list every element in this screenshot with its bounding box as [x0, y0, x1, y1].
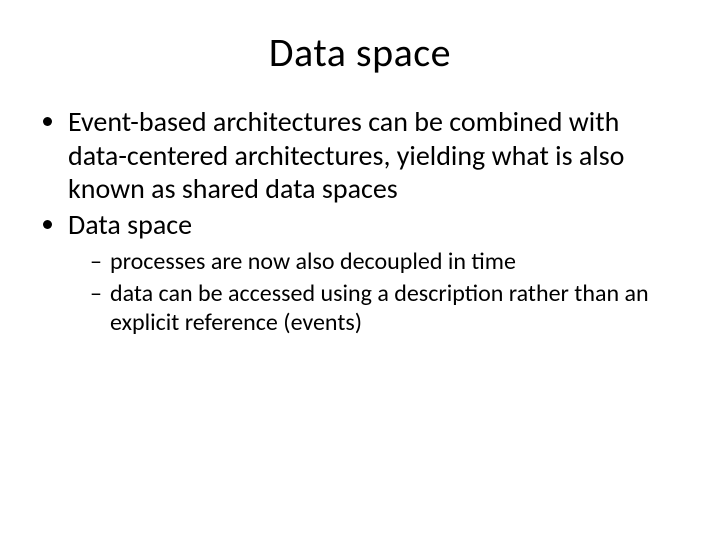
sub-bullet-text: processes are now also decoupled in time [110, 247, 516, 276]
list-item: processes are now also decoupled in time [90, 247, 680, 276]
bullet-text: Data space [68, 207, 192, 242]
bullet-text: Event-based architectures can be combine… [68, 104, 624, 206]
bullet-list: Event-based architectures can be combine… [40, 105, 680, 337]
slide: Data space Event-based architectures can… [0, 0, 720, 540]
list-item: data can be accessed using a description… [90, 279, 680, 338]
sub-bullet-text: data can be accessed using a description… [110, 279, 649, 337]
sub-bullet-list: processes are now also decoupled in time… [68, 247, 680, 337]
list-item: Event-based architectures can be combine… [68, 105, 680, 206]
slide-title: Data space [40, 28, 680, 77]
list-item: Data space processes are now also decoup… [68, 208, 680, 337]
